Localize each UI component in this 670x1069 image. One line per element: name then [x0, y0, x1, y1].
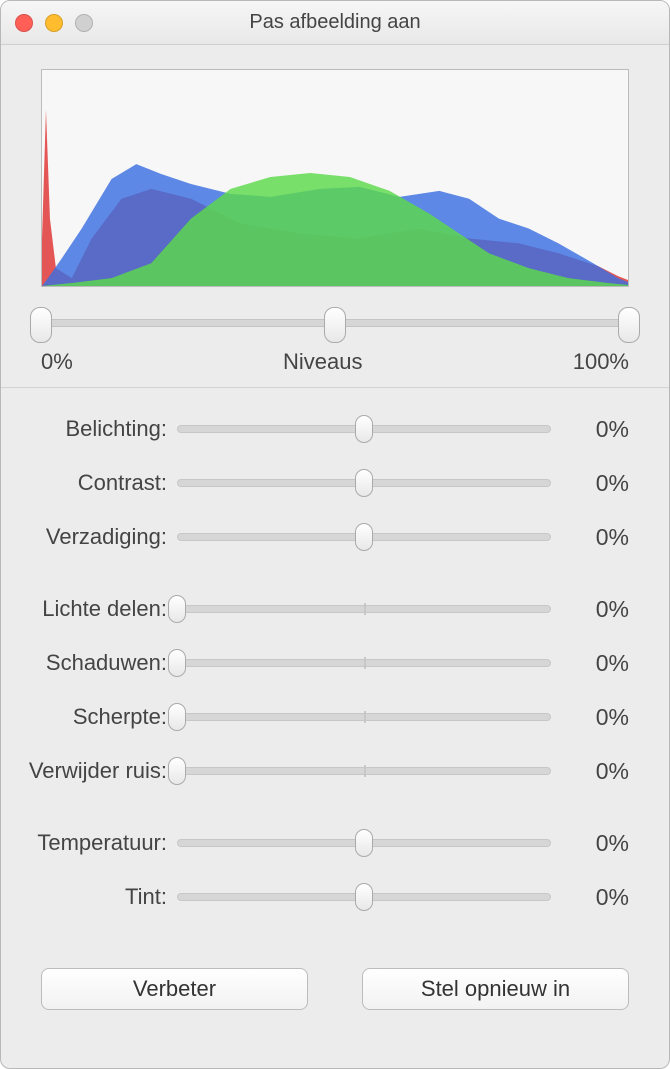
traffic-lights: [15, 14, 93, 32]
saturation-slider[interactable]: [177, 523, 551, 551]
exposure-thumb[interactable]: [355, 415, 373, 443]
titlebar: Pas afbeelding aan: [1, 1, 669, 45]
temperature-label: Temperatuur:: [11, 830, 177, 856]
shadows-label: Schaduwen:: [11, 650, 177, 676]
sliders-panel: Belichting:0%Contrast:0%Verzadiging:0%Li…: [1, 388, 669, 934]
saturation-thumb[interactable]: [355, 523, 373, 551]
saturation-value: 0%: [551, 524, 629, 551]
highlights-label: Lichte delen:: [11, 596, 177, 622]
temperature-value: 0%: [551, 830, 629, 857]
tint-value: 0%: [551, 884, 629, 911]
slider-row-shadows: Schaduwen: 0%: [11, 636, 629, 690]
highlights-value: 0%: [551, 596, 629, 623]
temperature-slider[interactable]: [177, 829, 551, 857]
adjust-image-window: Pas afbeelding aan 0% Niveaus 100% Belic…: [0, 0, 670, 1069]
enhance-button[interactable]: Verbeter: [41, 968, 308, 1010]
sharpen-label: Scherpte:: [11, 704, 177, 730]
exposure-value: 0%: [551, 416, 629, 443]
window-title: Pas afbeelding aan: [1, 11, 669, 34]
levels-black-handle[interactable]: [30, 307, 52, 343]
slider-row-tint: Tint: 0%: [11, 870, 629, 924]
contrast-thumb[interactable]: [355, 469, 373, 497]
sharpen-slider[interactable]: [177, 703, 551, 731]
slider-row-sharpen: Scherpte: 0%: [11, 690, 629, 744]
exposure-label: Belichting:: [11, 416, 177, 442]
slider-row-contrast: Contrast: 0%: [11, 456, 629, 510]
slider-row-exposure: Belichting: 0%: [11, 402, 629, 456]
sharpen-thumb[interactable]: [168, 703, 186, 731]
highlights-thumb[interactable]: [168, 595, 186, 623]
contrast-label: Contrast:: [11, 470, 177, 496]
tint-thumb[interactable]: [355, 883, 373, 911]
exposure-slider[interactable]: [177, 415, 551, 443]
shadows-value: 0%: [551, 650, 629, 677]
levels-center-label: Niveaus: [283, 349, 362, 375]
levels-mid-handle[interactable]: [324, 307, 346, 343]
levels-white-handle[interactable]: [618, 307, 640, 343]
zoom-icon: [75, 14, 93, 32]
levels-labels: 0% Niveaus 100%: [41, 349, 629, 375]
shadows-thumb[interactable]: [168, 649, 186, 677]
tint-slider[interactable]: [177, 883, 551, 911]
slider-row-highlights: Lichte delen: 0%: [11, 582, 629, 636]
denoise-value: 0%: [551, 758, 629, 785]
close-icon[interactable]: [15, 14, 33, 32]
slider-row-temperature: Temperatuur: 0%: [11, 816, 629, 870]
slider-row-saturation: Verzadiging: 0%: [11, 510, 629, 564]
levels-left-label: 0%: [41, 349, 73, 375]
saturation-label: Verzadiging:: [11, 524, 177, 550]
highlights-slider[interactable]: [177, 595, 551, 623]
denoise-thumb[interactable]: [168, 757, 186, 785]
slider-row-denoise: Verwijder ruis: 0%: [11, 744, 629, 798]
minimize-icon[interactable]: [45, 14, 63, 32]
shadows-slider[interactable]: [177, 649, 551, 677]
levels-slider[interactable]: [41, 307, 629, 343]
histogram: [41, 69, 629, 287]
temperature-thumb[interactable]: [355, 829, 373, 857]
contrast-slider[interactable]: [177, 469, 551, 497]
denoise-slider[interactable]: [177, 757, 551, 785]
levels-right-label: 100%: [573, 349, 629, 375]
tint-label: Tint:: [11, 884, 177, 910]
contrast-value: 0%: [551, 470, 629, 497]
sharpen-value: 0%: [551, 704, 629, 731]
denoise-label: Verwijder ruis:: [11, 758, 177, 784]
reset-button[interactable]: Stel opnieuw in: [362, 968, 629, 1010]
